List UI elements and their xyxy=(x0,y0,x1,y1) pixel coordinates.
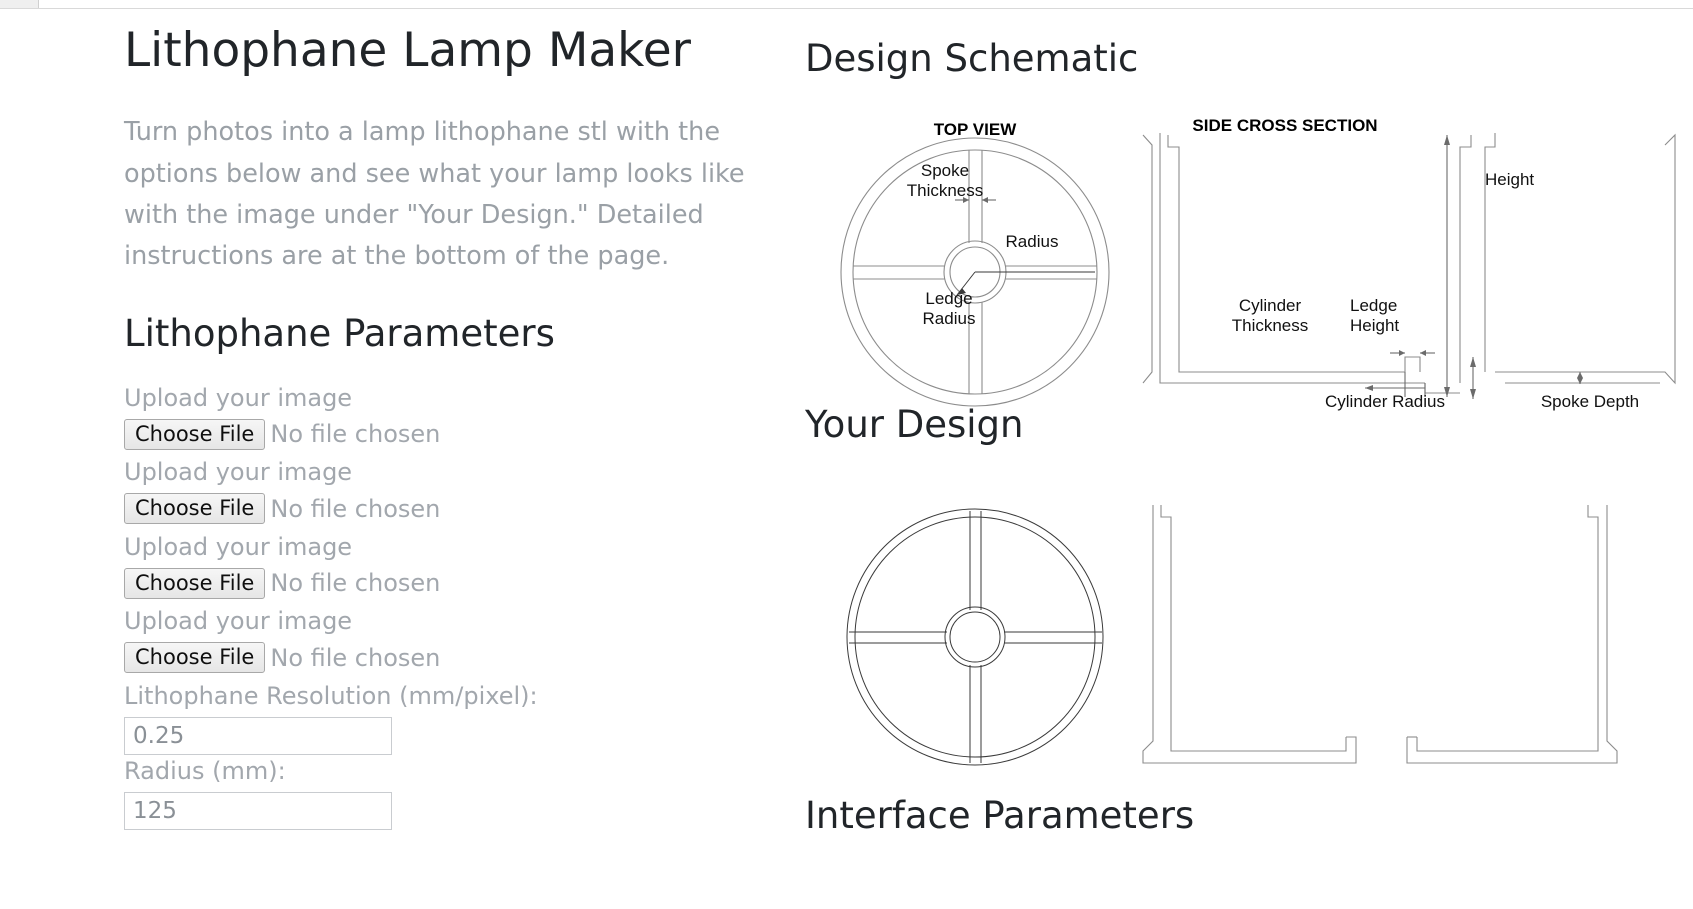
upload-label-3: Upload your image xyxy=(124,532,353,561)
preview-side-right-outer xyxy=(1406,505,1618,764)
upload-label-2: Upload your image xyxy=(124,458,353,487)
file-input-row-3[interactable]: Choose File No file chosen xyxy=(124,567,814,599)
ledge-height-label-line2: Height xyxy=(1350,316,1399,335)
spoke-depth-label: Spoke Depth xyxy=(1541,392,1639,411)
lithophane-parameters-heading: Lithophane Parameters xyxy=(124,311,555,355)
preview-outer-circle xyxy=(846,508,1104,766)
height-label: Height xyxy=(1485,170,1534,189)
your-design-svg xyxy=(846,505,1618,766)
side-left-wall-inner xyxy=(1167,135,1405,373)
file-input-row-2[interactable]: Choose File No file chosen xyxy=(124,493,814,525)
left-column: Lithophane Lamp Maker Turn photos into a… xyxy=(124,23,814,831)
file-input-row-1[interactable]: Choose File No file chosen xyxy=(124,418,814,450)
lithophane-parameters-form: Upload your image Choose File No file ch… xyxy=(124,382,814,831)
cylinder-radius-label: Cylinder Radius xyxy=(1325,392,1445,411)
side-left-bracket xyxy=(1142,134,1153,384)
file-status-2: No file chosen xyxy=(270,494,441,523)
file-status-1: No file chosen xyxy=(270,420,441,449)
ledge-radius-label-line1: Ledge xyxy=(925,289,972,308)
page-body: Lithophane Lamp Maker Turn photos into a… xyxy=(0,9,1693,909)
preview-side-left-inner xyxy=(1160,505,1347,752)
side-cross-section-title: SIDE CROSS SECTION xyxy=(1192,116,1377,135)
ledge-height-arrow-top xyxy=(1470,357,1476,367)
file-status-3: No file chosen xyxy=(270,569,441,598)
choose-file-button-1[interactable]: Choose File xyxy=(124,418,266,450)
browser-chrome-strip xyxy=(0,0,1693,9)
cylinder-thickness-label-line1: Cylinder xyxy=(1239,296,1302,315)
cyl-radius-arrow xyxy=(1365,385,1373,391)
spoke-depth-arrow-top xyxy=(1577,372,1583,378)
radius-input[interactable] xyxy=(124,792,392,831)
preview-hub-outer xyxy=(944,606,1006,668)
your-design-preview xyxy=(805,489,1685,789)
top-view-title: TOP VIEW xyxy=(934,120,1017,139)
file-status-4: No file chosen xyxy=(270,643,441,672)
ledge-step-left xyxy=(1404,356,1421,372)
ledge-radius-label-line2: Radius xyxy=(923,309,976,328)
page-title: Lithophane Lamp Maker xyxy=(124,23,691,78)
schematic-svg: TOP VIEW Spoke Thickness Ledge Radius Ra… xyxy=(840,116,1676,411)
side-left-wall-outer xyxy=(1159,133,1425,384)
upload-label-4: Upload your image xyxy=(124,607,353,636)
cyl-thickness-arrow-left xyxy=(1399,350,1405,356)
height-arrow-top xyxy=(1444,135,1450,145)
side-right-wall-outer xyxy=(1484,133,1496,372)
lithophane-resolution-label: Lithophane Resolution (mm/pixel): xyxy=(124,681,538,710)
your-design-heading: Your Design xyxy=(805,403,1024,446)
preview-inner-ring xyxy=(854,516,1096,758)
preview-side-left-outer xyxy=(1142,505,1357,764)
design-schematic-diagram: TOP VIEW Spoke Thickness Ledge Radius Ra… xyxy=(805,107,1685,412)
interface-parameters-heading: Interface Parameters xyxy=(805,794,1195,837)
upload-label-1: Upload your image xyxy=(124,383,353,412)
side-right-wall-inner xyxy=(1459,135,1472,383)
lithophane-resolution-input[interactable] xyxy=(124,716,392,755)
ledge-height-label-line1: Ledge xyxy=(1350,296,1397,315)
spoke-thickness-label-line1: Spoke xyxy=(921,161,969,180)
preview-side-right-inner xyxy=(1416,505,1599,752)
radius-label: Radius xyxy=(1006,232,1059,251)
design-schematic-heading: Design Schematic xyxy=(805,37,1139,80)
cyl-thickness-arrow-right xyxy=(1420,350,1426,356)
preview-hub-inner xyxy=(949,611,1001,663)
browser-tab-stub xyxy=(0,0,39,8)
choose-file-button-2[interactable]: Choose File xyxy=(124,493,266,525)
file-input-row-4[interactable]: Choose File No file chosen xyxy=(124,641,814,674)
radius-label: Radius (mm): xyxy=(124,756,286,785)
cylinder-thickness-label-line2: Thickness xyxy=(1232,316,1309,335)
intro-paragraph: Turn photos into a lamp lithophane stl w… xyxy=(124,117,745,272)
ledge-height-arrow-bottom xyxy=(1470,389,1476,399)
choose-file-button-4[interactable]: Choose File xyxy=(124,641,266,674)
spoke-thickness-label-line2: Thickness xyxy=(907,181,984,200)
choose-file-button-3[interactable]: Choose File xyxy=(124,567,266,599)
